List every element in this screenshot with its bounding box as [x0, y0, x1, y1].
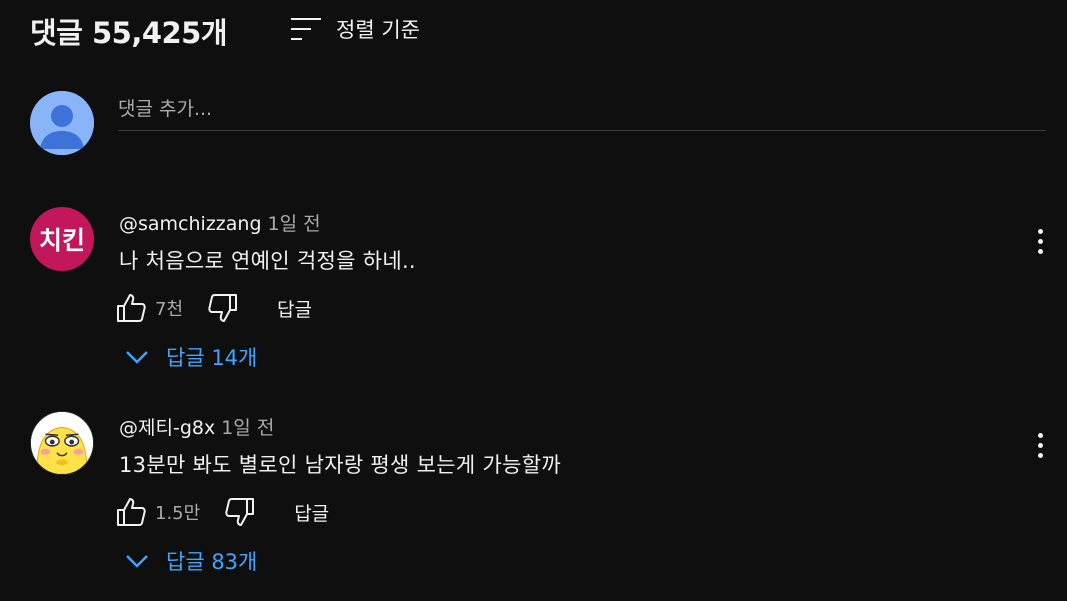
author-name[interactable]: @samchizzang [119, 213, 262, 235]
like-count: 7천 [155, 299, 184, 320]
comments-header: 댓글 55,425개 [30, 10, 228, 52]
thumbs-up-icon[interactable] [115, 292, 147, 324]
my-avatar [30, 91, 94, 155]
comment-text: 나 처음으로 연예인 걱정을 하네.. [119, 249, 416, 273]
replies-count: 답글 83개 [166, 550, 258, 574]
avatar-label: 치킨 [38, 226, 85, 255]
more-vert-icon[interactable] [1026, 223, 1054, 259]
comment-actions: 1.5만 답글 [115, 494, 329, 530]
comment-thread: 치킨 @samchizzang 1일 전 나 처음으로 연예인 걱정을 하네.. … [30, 207, 1060, 407]
add-comment-box [118, 90, 1046, 131]
chevron-down-icon [126, 555, 148, 568]
comment-time[interactable]: 1일 전 [268, 213, 321, 235]
sort-label: 정렬 기준 [336, 18, 420, 42]
chevron-down-icon [126, 351, 148, 364]
sort-icon [291, 18, 321, 40]
comment-time[interactable]: 1일 전 [221, 417, 274, 439]
view-replies-button[interactable]: 답글 83개 [120, 546, 257, 576]
comment-header: @samchizzang 1일 전 [119, 209, 321, 236]
comment-count-title: 댓글 55,425개 [30, 16, 228, 50]
comment-actions: 7천 답글 [115, 290, 312, 326]
character-avatar-image [31, 412, 93, 474]
replies-count: 답글 14개 [166, 346, 258, 370]
thumbs-up-icon[interactable] [115, 496, 147, 528]
sort-button[interactable]: 정렬 기준 [290, 14, 420, 44]
author-name[interactable]: @제티-g8x [119, 417, 215, 439]
more-vert-icon[interactable] [1026, 427, 1054, 463]
reply-button[interactable]: 답글 [277, 295, 312, 322]
view-replies-button[interactable]: 답글 14개 [120, 342, 257, 372]
thumbs-down-icon[interactable] [224, 496, 256, 528]
commenter-avatar[interactable] [30, 411, 94, 475]
commenter-avatar[interactable]: 치킨 [30, 207, 94, 271]
add-comment-input[interactable] [118, 90, 1046, 128]
thumbs-down-icon[interactable] [207, 292, 239, 324]
comment-text: 13분만 봐도 별로인 남자랑 평생 보는게 가능할까 [119, 453, 561, 477]
reply-button[interactable]: 답글 [294, 499, 329, 526]
default-avatar-icon [30, 91, 94, 155]
comments-section: 댓글 55,425개 정렬 기준 치킨 @samchizzang 1일 전 나 처… [0, 0, 1067, 601]
comment-header: @제티-g8x 1일 전 [119, 413, 274, 440]
comment-thread: @제티-g8x 1일 전 13분만 봐도 별로인 남자랑 평생 보는게 가능할까 … [30, 411, 1060, 601]
like-count: 1.5만 [155, 503, 201, 524]
